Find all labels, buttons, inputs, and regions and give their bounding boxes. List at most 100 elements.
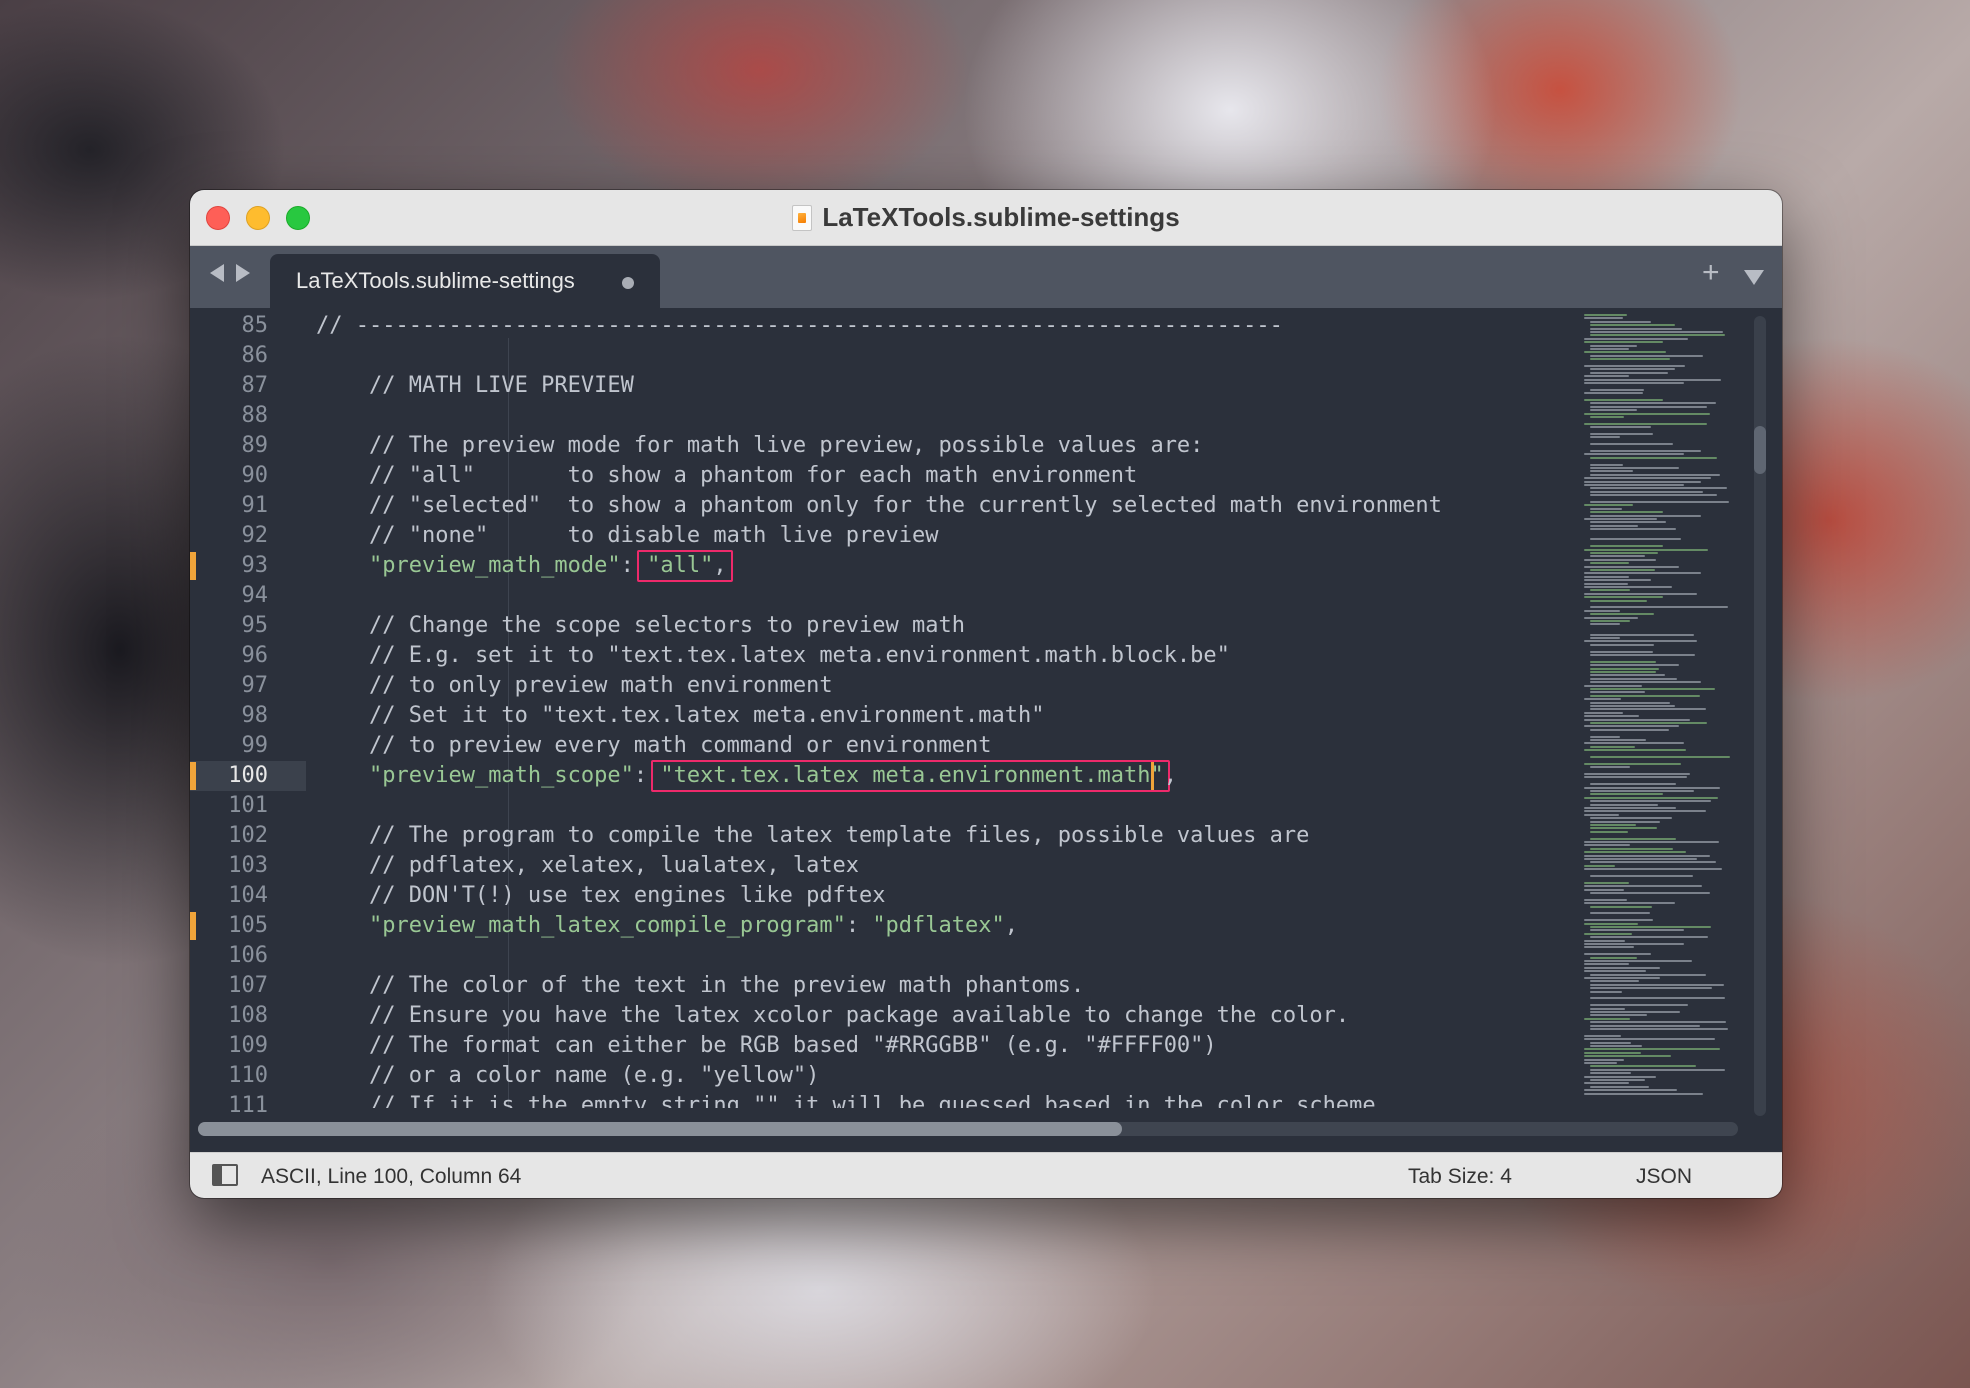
code-line[interactable]: // MATH LIVE PREVIEW [316,371,634,401]
minimap-line [1590,511,1663,514]
code-line[interactable]: // DON'T(!) use tex engines like pdftex [316,881,886,911]
line-number[interactable]: 107 [190,971,268,1001]
horizontal-scrollbar[interactable] [198,1122,1738,1136]
line-number[interactable]: 96 [190,641,269,671]
minimap-line [1590,324,1675,327]
code-editor[interactable]: 85 86 87 88 89 90 91 92 93 94 95 96 97 98 99 100 101 102 1… [190,308,1782,1136]
minimap-line [1590,766,1631,769]
line-number[interactable]: 104 [190,881,268,911]
line-number[interactable]: 89 [190,431,269,461]
unsaved-dot-icon[interactable] [622,277,634,289]
minimap-line [1584,742,1684,745]
minimap-line [1584,1075,1657,1078]
code-line[interactable]: "preview_math_latex_compile_program": "p… [316,911,1018,941]
code-line[interactable]: // "none" to disable math live preview [316,521,939,551]
line-number[interactable]: 87 [190,371,269,401]
minimap-line [1584,946,1635,949]
minimap-line [1590,1072,1632,1075]
tab-size-selector[interactable]: Tab Size: 4 [1408,1165,1512,1189]
line-number[interactable]: 106 [190,941,268,971]
code-line[interactable]: // Set it to "text.tex.latex meta.enviro… [316,701,1045,731]
line-number[interactable]: 95 [190,611,269,641]
code-line[interactable]: // The color of the text in the preview … [316,971,1084,1001]
code-line[interactable]: // to only preview math environment [316,671,833,701]
minimap-line [1584,480,1701,483]
minimap-line [1584,773,1691,775]
line-number[interactable]: 97 [190,671,269,701]
minimap-line [1590,708,1707,711]
code-line[interactable]: // or a color name (e.g. "yellow") [316,1061,819,1091]
minimap-line [1590,824,1637,826]
minimap-line [1590,667,1659,670]
code-line[interactable]: // Change the scope selectors to preview… [316,611,965,641]
syntax-selector[interactable]: JSON [1636,1165,1692,1189]
vertical-scrollbar-thumb[interactable] [1754,426,1766,474]
line-number[interactable]: 109 [190,1031,268,1061]
code-text-area[interactable]: // -------------------------------------… [306,308,1756,1108]
minimap-line [1584,548,1708,551]
minimap-line [1590,521,1666,524]
code-line[interactable]: // -------------------------------------… [316,311,1283,341]
tab-forward-arrow-icon[interactable] [236,264,250,282]
code-line[interactable]: // If it is the empty string "" it will … [316,1091,1389,1108]
code-line[interactable]: // The program to compile the latex temp… [316,821,1309,851]
code-line[interactable]: // Ensure you have the latex xcolor pack… [316,1001,1349,1031]
minimap-line [1590,1004,1689,1007]
line-number[interactable]: 105 [190,911,268,941]
line-number-gutter[interactable]: 85 86 87 88 89 90 91 92 93 94 95 96 97 98 99 100 101 102 1… [190,308,306,1118]
line-number[interactable]: 101 [190,791,268,821]
line-number[interactable]: 108 [190,1001,268,1031]
minimap-line [1584,902,1675,905]
line-number[interactable]: 98 [190,701,269,731]
line-number[interactable]: 102 [190,821,268,851]
minimap-line [1584,341,1664,344]
title-bar[interactable]: LaTeXTools.sublime-settings [190,190,1782,246]
new-tab-plus-icon[interactable]: + [1702,258,1720,288]
line-number[interactable]: 110 [190,1061,268,1091]
line-number[interactable]: 93 [190,551,269,581]
horizontal-scrollbar-thumb[interactable] [198,1122,1122,1136]
code-line[interactable]: // to preview every math command or envi… [316,731,992,761]
minimap-line [1590,524,1638,527]
minimap[interactable] [1582,308,1742,1118]
line-number[interactable]: 88 [190,401,269,431]
line-number[interactable]: 100 [190,761,268,791]
minimap-line [1590,388,1644,391]
minimap-line [1584,375,1629,378]
code-line[interactable]: "preview_math_scope": "text.tex.latex me… [316,761,1177,791]
minimap-line [1584,841,1719,843]
line-number[interactable]: 90 [190,461,269,491]
minimap-line [1584,684,1643,687]
tab-back-arrow-icon[interactable] [210,264,224,282]
vertical-scrollbar[interactable] [1754,316,1766,1116]
line-number[interactable]: 111 [190,1091,268,1121]
trailing-comma: , [713,553,727,578]
line-number[interactable]: 91 [190,491,269,521]
minimap-line [1590,660,1656,663]
code-line[interactable]: // "selected" to show a phantom only for… [316,491,1442,521]
minimap-line [1584,1055,1671,1058]
line-number[interactable]: 94 [190,581,269,611]
code-line[interactable]: // The preview mode for math live previe… [316,431,1203,461]
minimap-line [1590,973,1706,976]
code-line[interactable]: // "all" to show a phantom for each math… [316,461,1137,491]
minimap-line [1584,592,1697,595]
minimap-line [1584,518,1658,520]
line-number[interactable]: 99 [190,731,269,761]
line-number[interactable]: 92 [190,521,269,551]
toggle-sidebar-icon[interactable] [212,1164,238,1186]
trailing-comma: , [1163,763,1177,788]
code-line[interactable]: "preview_math_mode": "all", [316,551,727,581]
line-number[interactable]: 103 [190,851,268,881]
editor-window: LaTeXTools.sublime-settings LaTeXTools.s… [190,190,1782,1198]
minimap-line [1584,337,1688,340]
tab-latextools-settings[interactable]: LaTeXTools.sublime-settings [270,254,660,308]
line-number[interactable]: 86 [190,341,269,371]
key-value-separator: : [633,763,661,788]
tab-overflow-chevron-icon[interactable] [1744,270,1764,285]
code-comment: // Change the scope selectors to preview… [316,613,966,638]
code-line[interactable]: // The format can either be RGB based "#… [316,1031,1217,1061]
line-number[interactable]: 85 [190,311,269,341]
code-line[interactable]: // pdflatex, xelatex, lualatex, latex [316,851,859,881]
code-line[interactable]: // E.g. set it to "text.tex.latex meta.e… [316,641,1230,671]
